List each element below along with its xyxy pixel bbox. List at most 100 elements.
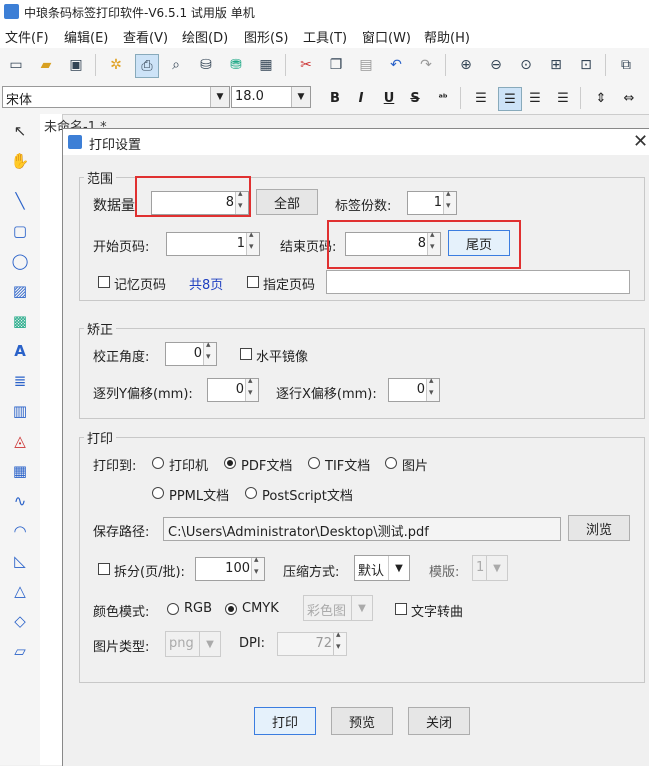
horizontal-mirror-checkbox[interactable] [240, 348, 252, 360]
color-image-dropdown[interactable]: 彩色图 ▼ [303, 595, 373, 621]
preview-button[interactable]: 预览 [331, 707, 393, 735]
browse-button[interactable]: 浏览 [568, 515, 630, 541]
target-printer-radio[interactable] [152, 457, 164, 469]
chevron-down-icon[interactable]: ▼ [291, 87, 310, 107]
rich-text-tool-icon[interactable]: ≣ [9, 370, 31, 392]
gear-icon[interactable]: ✲ [105, 54, 127, 76]
chevron-down-icon[interactable]: ▼ [351, 596, 372, 620]
spinner-arrows-icon[interactable] [426, 376, 439, 401]
chevron-down-icon[interactable]: ▼ [388, 556, 409, 580]
specify-page-checkbox[interactable] [247, 276, 259, 288]
align-center-icon[interactable]: ☰ [498, 87, 522, 111]
shape-tool-icon[interactable]: ◬ [9, 430, 31, 452]
zoom-width-icon[interactable]: ⊞ [545, 54, 567, 76]
underline-button[interactable]: U [378, 87, 400, 109]
layout-icon[interactable]: ⧉ [615, 54, 637, 76]
line-spacing-icon[interactable]: ⇕ [590, 87, 612, 109]
database-icon[interactable]: ⛁ [195, 54, 217, 76]
print-preview-icon[interactable]: ⌕ [165, 54, 187, 76]
close-icon[interactable]: ✕ [633, 131, 648, 152]
target-tif-radio[interactable] [308, 457, 320, 469]
dpi-spinner[interactable]: 72 [277, 630, 347, 656]
spinner-arrows-icon[interactable] [246, 230, 259, 255]
redo-icon[interactable]: ↷ [415, 54, 437, 76]
triangle-tool-icon[interactable]: △ [9, 580, 31, 602]
chevron-down-icon[interactable]: ▼ [199, 632, 220, 656]
cut-icon[interactable]: ✂ [295, 54, 317, 76]
color-cmyk-radio[interactable] [225, 603, 237, 615]
print-icon[interactable]: ⎙ [135, 54, 159, 78]
strikethrough-button[interactable]: S [404, 87, 426, 109]
align-right-icon[interactable]: ☰ [524, 87, 546, 109]
text-direction-icon[interactable]: ⇔ [618, 87, 640, 109]
text-to-curve-checkbox[interactable] [395, 603, 407, 615]
remember-page-checkbox[interactable] [98, 276, 110, 288]
zoom-page-icon[interactable]: ⊡ [575, 54, 597, 76]
font-size-combo[interactable]: 18.0 ▼ [231, 86, 311, 108]
image-tool-icon[interactable]: ▨ [9, 280, 31, 302]
menu-tools[interactable]: 工具(T) [303, 27, 347, 46]
pan-hand-icon[interactable]: ✋ [9, 150, 31, 172]
all-button[interactable]: 全部 [256, 189, 318, 215]
diamond-tool-icon[interactable]: ◇ [9, 610, 31, 632]
target-postscript-radio[interactable] [245, 487, 257, 499]
ellipse-tool-icon[interactable]: ◯ [9, 250, 31, 272]
save-path-input[interactable]: C:\Users\Administrator\Desktop\测试.pdf [163, 517, 561, 541]
menu-view[interactable]: 查看(V) [123, 27, 168, 46]
char-spacing-icon[interactable]: ᵃᵇ [432, 87, 454, 109]
row-x-offset-spinner[interactable]: 0 [388, 376, 440, 402]
rounded-rect-tool-icon[interactable]: ▢ [9, 220, 31, 242]
menu-edit[interactable]: 编辑(E) [64, 27, 108, 46]
database-settings-icon[interactable]: ⛃ [225, 54, 247, 76]
grid-icon[interactable]: ▦ [255, 54, 277, 76]
color-rgb-radio[interactable] [167, 603, 179, 615]
zoom-out-icon[interactable]: ⊖ [485, 54, 507, 76]
chevron-down-icon[interactable]: ▼ [486, 556, 507, 580]
menu-shape[interactable]: 图形(S) [244, 27, 288, 46]
target-pdf-radio[interactable] [224, 457, 236, 469]
close-button[interactable]: 关闭 [408, 707, 470, 735]
specify-page-input[interactable] [326, 270, 630, 294]
curve-tool-icon[interactable]: ∿ [9, 490, 31, 512]
align-left-icon[interactable]: ☰ [470, 87, 492, 109]
italic-button[interactable]: I [350, 87, 372, 109]
spinner-arrows-icon[interactable] [203, 340, 216, 365]
qr-code-tool-icon[interactable]: ▦ [9, 460, 31, 482]
menu-window[interactable]: 窗口(W) [362, 27, 411, 46]
menu-draw[interactable]: 绘图(D) [182, 27, 228, 46]
split-spinner[interactable]: 100 [195, 555, 265, 581]
undo-icon[interactable]: ↶ [385, 54, 407, 76]
barcode-tool-icon[interactable]: ▥ [9, 400, 31, 422]
paste-icon[interactable]: ▤ [355, 54, 377, 76]
font-name-combo[interactable]: 宋体 ▼ [2, 86, 230, 108]
zoom-fit-icon[interactable]: ⊙ [515, 54, 537, 76]
polygon-tool-icon[interactable]: ◺ [9, 550, 31, 572]
text-tool-icon[interactable]: A [9, 340, 31, 362]
correction-angle-spinner[interactable]: 0 [165, 340, 217, 366]
target-ppml-radio[interactable] [152, 487, 164, 499]
line-tool-icon[interactable]: ╲ [9, 190, 31, 212]
compress-dropdown[interactable]: 默认 ▼ [354, 555, 410, 581]
column-y-offset-spinner[interactable]: 0 [207, 376, 259, 402]
open-folder-icon[interactable]: ▰ [35, 54, 57, 76]
split-checkbox[interactable] [98, 563, 110, 575]
spinner-arrows-icon[interactable] [443, 189, 456, 214]
select-arrow-icon[interactable]: ↖ [9, 120, 31, 142]
bold-button[interactable]: B [324, 87, 346, 109]
spinner-arrows-icon[interactable] [333, 630, 346, 655]
spinner-arrows-icon[interactable] [251, 555, 264, 580]
chevron-down-icon[interactable]: ▼ [210, 87, 229, 107]
arc-tool-icon[interactable]: ◠ [9, 520, 31, 542]
picture-tool-icon[interactable]: ▩ [9, 310, 31, 332]
menu-help[interactable]: 帮助(H) [424, 27, 470, 46]
new-file-icon[interactable]: ▭ [5, 54, 27, 76]
target-image-radio[interactable] [385, 457, 397, 469]
spinner-arrows-icon[interactable] [245, 376, 258, 401]
template-dropdown[interactable]: 1 ▼ [472, 555, 508, 581]
print-button[interactable]: 打印 [254, 707, 316, 735]
copies-spinner[interactable]: 1 [407, 189, 457, 215]
copy-icon[interactable]: ❐ [325, 54, 347, 76]
start-page-spinner[interactable]: 1 [166, 230, 260, 256]
parallelogram-tool-icon[interactable]: ▱ [9, 640, 31, 662]
image-type-dropdown[interactable]: png ▼ [165, 631, 221, 657]
